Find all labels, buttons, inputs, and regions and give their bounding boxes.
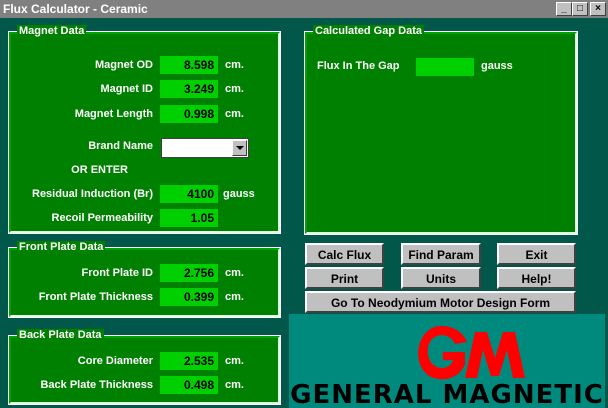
core-diameter-unit: cm. <box>225 355 244 367</box>
magnet-od-label: Magnet OD <box>94 59 153 71</box>
magnet-data-title: Magnet Data <box>17 25 87 38</box>
find-param-button[interactable]: Find Param <box>401 243 481 265</box>
company-name: GENERAL MAGNETIC <box>290 380 604 408</box>
gm-logo-graphic: GM GENERAL MAGNETIC <box>290 326 604 408</box>
chevron-down-icon[interactable] <box>232 140 247 156</box>
core-diameter-field[interactable]: 2.535 <box>160 352 218 370</box>
flux-in-gap-field <box>416 58 474 76</box>
exit-button[interactable]: Exit <box>497 243 576 265</box>
magnet-od-unit: cm. <box>225 59 244 71</box>
front-plate-id-field[interactable]: 2.756 <box>160 264 218 282</box>
help-button[interactable]: Help! <box>497 267 576 289</box>
back-plate-data-title: Back Plate Data <box>17 329 104 342</box>
neodymium-motor-form-button[interactable]: Go To Neodymium Motor Design Form <box>305 291 576 313</box>
maximize-button[interactable]: □ <box>572 2 588 16</box>
or-enter-label: OR ENTER <box>71 164 128 176</box>
brand-name-label: Brand Name <box>88 140 153 152</box>
residual-induction-field[interactable]: 4100 <box>160 185 218 203</box>
magnet-id-unit: cm. <box>225 83 244 95</box>
flux-in-gap-unit: gauss <box>481 60 513 72</box>
close-button[interactable]: × <box>590 2 606 16</box>
recoil-permeability-label: Recoil Permeability <box>51 212 154 224</box>
front-plate-thickness-label: Front Plate Thickness <box>38 291 153 303</box>
front-plate-data-frame: Front Plate Data Front Plate ID 2.756 cm… <box>8 241 281 318</box>
magnet-length-unit: cm. <box>225 108 244 120</box>
front-plate-id-label: Front Plate ID <box>81 267 153 279</box>
magnet-length-field[interactable]: 0.998 <box>160 105 218 123</box>
magnet-id-label: Magnet ID <box>100 83 153 95</box>
magnet-id-field[interactable]: 3.249 <box>160 80 218 98</box>
units-button[interactable]: Units <box>401 267 481 289</box>
residual-induction-label: Residual Induction (Br) <box>32 188 153 200</box>
flux-in-gap-label: Flux In The Gap <box>317 60 400 72</box>
residual-induction-unit: gauss <box>223 188 255 200</box>
magnet-od-field[interactable]: 8.598 <box>160 56 218 74</box>
title-bar[interactable]: Flux Calculator - Ceramic _ □ × <box>0 0 608 18</box>
front-plate-thickness-unit: cm. <box>225 291 244 303</box>
minimize-button[interactable]: _ <box>556 2 572 16</box>
back-plate-thickness-unit: cm. <box>225 379 244 391</box>
calculated-gap-data-title: Calculated Gap Data <box>313 25 424 38</box>
back-plate-data-frame: Back Plate Data Core Diameter 2.535 cm. … <box>8 329 281 405</box>
general-magnetic-logo: GM GENERAL MAGNETIC <box>289 314 605 408</box>
back-plate-thickness-field[interactable]: 0.498 <box>160 376 218 394</box>
front-plate-thickness-field[interactable]: 0.399 <box>160 288 218 306</box>
print-button[interactable]: Print <box>305 267 384 289</box>
m-monogram-shape <box>465 332 525 378</box>
window-title: Flux Calculator - Ceramic <box>3 2 148 16</box>
core-diameter-label: Core Diameter <box>77 355 153 367</box>
magnet-data-frame: Magnet Data Magnet OD 8.598 cm. Magnet I… <box>8 25 281 234</box>
brand-name-dropdown[interactable] <box>161 138 249 158</box>
front-plate-id-unit: cm. <box>225 267 244 279</box>
calc-flux-button[interactable]: Calc Flux <box>305 243 384 265</box>
calculated-gap-data-frame: Calculated Gap Data Flux In The Gap gaus… <box>304 25 578 235</box>
recoil-permeability-field[interactable]: 1.05 <box>160 209 218 227</box>
magnet-length-label: Magnet Length <box>74 108 153 120</box>
flux-calculator-window: Flux Calculator - Ceramic _ □ × Magnet D… <box>0 0 608 408</box>
g-monogram-shape <box>418 326 467 380</box>
front-plate-data-title: Front Plate Data <box>17 241 106 254</box>
back-plate-thickness-label: Back Plate Thickness <box>40 379 153 391</box>
